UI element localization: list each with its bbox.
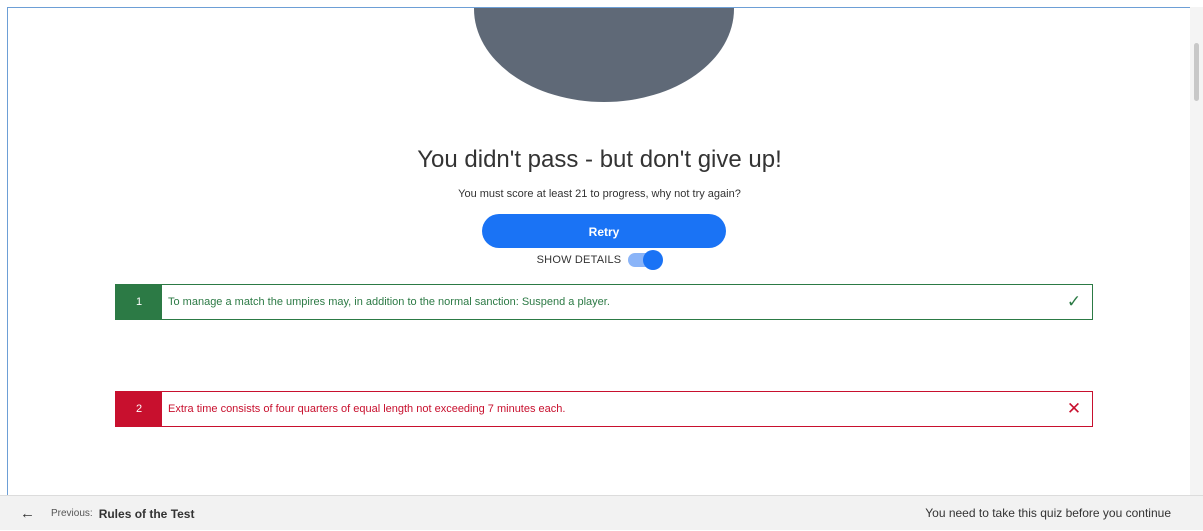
footer-bar: ← Previous: Rules of the Test You need t… — [0, 495, 1203, 530]
show-details-toggle[interactable] — [628, 250, 664, 270]
check-icon: ✓ — [1066, 292, 1082, 311]
quiz-required-note: You need to take this quiz before you co… — [925, 506, 1171, 520]
scrollbar-thumb[interactable] — [1194, 43, 1199, 101]
previous-title: Rules of the Test — [98, 506, 195, 521]
previous-label: Previous: — [51, 508, 93, 519]
question-number: 1 — [116, 285, 162, 319]
retry-button[interactable]: Retry — [482, 214, 726, 248]
question-number: 2 — [116, 392, 162, 426]
quiz-result-panel: You didn't pass - but don't give up! You… — [7, 7, 1192, 496]
question-text: Extra time consists of four quarters of … — [168, 403, 566, 415]
vertical-scrollbar[interactable] — [1190, 7, 1203, 495]
result-subtitle: You must score at least 21 to progress, … — [458, 188, 741, 200]
toggle-knob — [643, 250, 664, 270]
arrow-left-icon: ← — [20, 505, 35, 522]
show-details-row: SHOW DETAILS — [8, 250, 1191, 270]
show-details-label: SHOW DETAILS — [536, 254, 622, 266]
cross-icon: ✕ — [1066, 399, 1082, 418]
result-title: You didn't pass - but don't give up! — [417, 146, 782, 173]
question-row-2: 2 Extra time consists of four quarters o… — [115, 391, 1093, 427]
result-avatar — [474, 8, 734, 102]
question-row-1: 1 To manage a match the umpires may, in … — [115, 284, 1093, 320]
previous-link[interactable]: ← Previous: Rules of the Test — [20, 496, 194, 531]
question-text: To manage a match the umpires may, in ad… — [168, 296, 610, 308]
